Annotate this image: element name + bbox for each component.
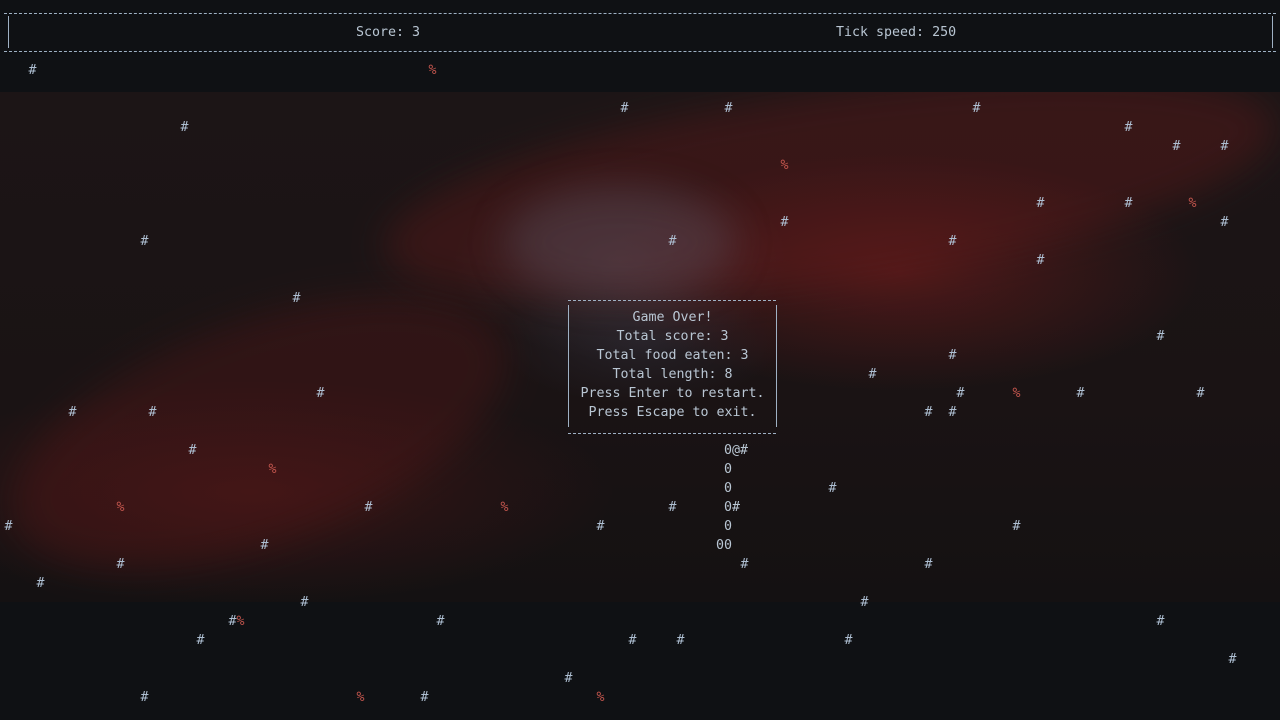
wall-block: # <box>28 63 37 78</box>
wall-block: # <box>68 405 77 420</box>
wall-block: # <box>260 538 269 553</box>
snake-head-row: 0@# <box>724 443 749 458</box>
snake-tail-row: 00 <box>716 538 733 553</box>
wall-block: # <box>564 671 573 686</box>
wall-block: # <box>140 690 149 705</box>
snake-segment: 0# <box>724 500 741 515</box>
hud-border-bottom <box>4 51 1276 54</box>
wall-block: # <box>724 101 733 116</box>
dialog-title: Game Over! <box>632 310 713 325</box>
wall-block: # <box>116 557 125 572</box>
wall-block: # <box>948 405 957 420</box>
wall-block: # <box>628 633 637 648</box>
wall-block: # <box>740 557 749 572</box>
wall-block: # <box>316 386 325 401</box>
hud-border-right <box>1272 16 1273 48</box>
wall-block: # <box>1012 519 1021 534</box>
wall-block: # <box>292 291 301 306</box>
wall-block: # <box>1036 253 1045 268</box>
score-display: Score: 3 <box>356 25 421 40</box>
wall-block: # <box>620 101 629 116</box>
food-item: % <box>780 158 789 173</box>
tick-speed-display: Tick speed: 250 <box>836 25 957 40</box>
wall-block: # <box>1172 139 1181 154</box>
wall-block: # <box>1220 139 1229 154</box>
total-score-text: Total score: 3 <box>616 329 729 344</box>
wall-block: # <box>1228 652 1237 667</box>
food-item: % <box>356 690 365 705</box>
wall-block: # <box>780 215 789 230</box>
wall-block: # <box>300 595 309 610</box>
wall-block: # <box>828 481 837 496</box>
restart-instruction: Press Enter to restart. <box>580 386 765 401</box>
wall-block: # <box>668 234 677 249</box>
wall-block: # <box>1076 386 1085 401</box>
wall-block: # <box>948 348 957 363</box>
game-over-dialog: Game Over! Total score: 3 Total food eat… <box>566 293 779 438</box>
wall-block: # <box>860 595 869 610</box>
snake-segment: 0 <box>724 462 733 477</box>
wall-block: # <box>868 367 877 382</box>
wall-block: # <box>1036 196 1045 211</box>
food-item: % <box>268 462 277 477</box>
snake-segment: 0 <box>724 519 733 534</box>
food-item: % <box>236 614 245 629</box>
wall-block: # <box>844 633 853 648</box>
wall-block: # <box>668 500 677 515</box>
wall-block: # <box>4 519 13 534</box>
wall-block: # <box>140 234 149 249</box>
wall-block: # <box>364 500 373 515</box>
wall-block: # <box>196 633 205 648</box>
hud-border-top <box>4 13 1276 16</box>
snake-segment: 0 <box>724 481 733 496</box>
wall-block: # <box>1124 120 1133 135</box>
total-length-text: Total length: 8 <box>612 367 733 382</box>
food-item: % <box>116 500 125 515</box>
wall-block: # <box>148 405 157 420</box>
wall-block: # <box>924 405 933 420</box>
game-screen: Score: 3 Tick speed: 250 # # # # # # # # # # # # # # #… <box>0 0 1280 720</box>
wall-block: # <box>1156 614 1165 629</box>
wall-block: # <box>436 614 445 629</box>
wall-block: # <box>180 120 189 135</box>
wall-block: # <box>420 690 429 705</box>
food-item: % <box>1188 196 1197 211</box>
wall-block: # <box>1196 386 1205 401</box>
food-item: % <box>1012 386 1021 401</box>
wall-block: # <box>956 386 965 401</box>
food-item: % <box>500 500 509 515</box>
wall-block: # <box>924 557 933 572</box>
total-food-text: Total food eaten: 3 <box>596 348 749 363</box>
wall-block: # <box>948 234 957 249</box>
food-item: % <box>428 63 437 78</box>
wall-block: # <box>1156 329 1165 344</box>
wall-block: # <box>676 633 685 648</box>
hud-border-left <box>8 16 9 48</box>
wall-block: # <box>36 576 45 591</box>
wall-block: # <box>188 443 197 458</box>
food-item: % <box>596 690 605 705</box>
exit-instruction: Press Escape to exit. <box>588 405 757 420</box>
wall-block: # <box>972 101 981 116</box>
wall-block: # <box>1220 215 1229 230</box>
wall-block: # <box>1124 196 1133 211</box>
wall-block: # <box>596 519 605 534</box>
